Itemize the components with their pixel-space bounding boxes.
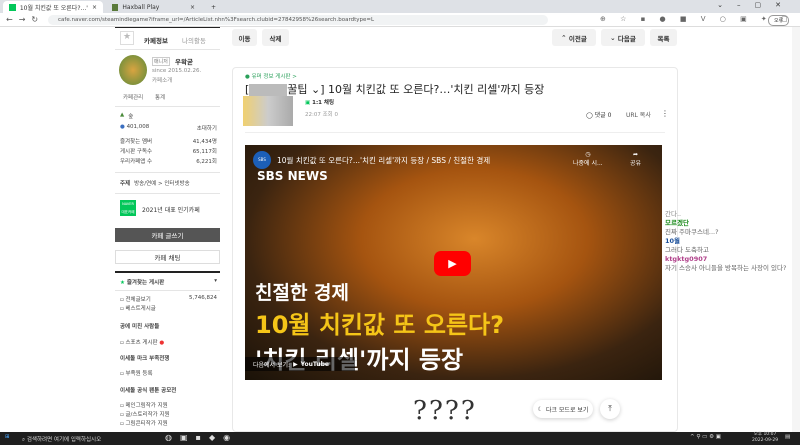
youtube-icon: ▶ [293,360,298,368]
new-tab-button[interactable]: + [205,1,222,13]
sbs-channel-icon[interactable]: SBS [253,151,271,169]
cafe-manage-link[interactable]: 카페관리 [123,93,143,101]
channel-watermark: SBS NEWS [257,169,328,183]
notification-icon[interactable]: ▤ [785,434,790,440]
address-bar-row: ←→↻ cafe.naver.com/steamindiegame?iframe… [0,13,800,27]
chat-username: ktgktg0907 [665,255,708,263]
cafe-intro-link[interactable]: 카페소개 [152,76,172,84]
board-item[interactable]: ▫ 부족원 등록 [120,369,217,377]
fav-boards-header[interactable]: ★ 즐겨찾는 게시판 [120,278,164,286]
tab-haxball[interactable]: Haxball Play × [106,1,201,13]
star-icon[interactable]: ★ [120,31,134,45]
dark-mode-button[interactable]: ☾ 다크 모드로 보기 [533,400,593,418]
stats-link[interactable]: 통계 [155,93,165,101]
post-meta: 22:07 조회 0 [305,112,338,118]
more-icon[interactable]: ⋮ [661,109,669,118]
board-link[interactable]: ● 유머 정보 게시판 > [245,72,297,80]
handwritten-question-marks: ???? [413,396,477,426]
board-item[interactable]: ▫ 전체글보기 5,746,824 [120,295,217,303]
board-item[interactable]: ▫ 글/스토리작가 지원 [120,410,217,418]
profile-button[interactable]: 오류 [768,15,790,26]
chat-message: 그러다 도축하고 [665,246,709,254]
chat-message: 진짜 주마쿠스네...? [665,228,719,236]
prev-post-button[interactable]: ⌃ 이전글 [552,29,596,46]
chat-overlay: 간다.. 모르겠단 진짜 주마쿠스네...? 10월 그러다 도축하고 ktgk… [665,210,800,273]
board-item[interactable]: ▫ 그림콘티작가 지원 [120,419,217,427]
blurred-author [243,96,293,126]
naver-badge: NAVER 대표카페 [120,200,136,216]
windows-start-icon[interactable]: ⊞ [5,434,10,440]
nav-buttons[interactable]: ←→↻ [6,15,44,24]
board-section-header: 이세돌 마크 부족전쟁 [120,356,170,362]
video-caption: 친절한 경제 [255,282,350,304]
play-button[interactable]: ▶ [434,251,471,276]
list-button[interactable]: 목록 [650,29,677,46]
chat-username: 10월 [665,237,681,245]
window-controls[interactable]: ⌄–▢✕ [717,1,795,9]
browser-tab-bar: 10월 치킨값 또 오른다?...'치킨 리× Haxball Play× + … [0,0,800,13]
board-section-header: 이세돌 공식 팬툰 공모전 [120,388,177,394]
youtube-embed[interactable]: SBS SBS NEWS 10월 치킨값 또 오른다?...'치킨 리셀'까지 … [245,145,662,380]
topic-link[interactable]: 방송/연예 > 인터넷방송 [134,179,190,187]
share-button[interactable]: ➦ 공유 [630,151,641,167]
board-item[interactable]: ▫ 베스트게시글 [120,304,217,312]
extension-icons[interactable]: ⊕ ☆ ▪ ● ■ V ○ ▣ ✦ ▢ [600,15,794,23]
system-tray-icons[interactable]: ^ ⚲ ▭ ⚙ ▣ [690,434,721,440]
stat-row: 즐겨찾는 멤버 41,434명 [120,139,217,145]
stat-row: 게시판 구독수 65,117회 [120,149,217,155]
cafe-chat-button[interactable]: 카페 채팅 [115,250,220,264]
since-date: since 2015.02.26. [152,68,202,74]
write-post-button[interactable]: 카페 글쓰기 [115,228,220,242]
tab-active[interactable]: 10월 치킨값 또 오른다?...'치킨 리× [3,1,103,13]
chat-1to1-link[interactable]: ▣ 1:1 채팅 [305,98,334,106]
clock[interactable]: 오후 10:07 2022-09-29 [752,432,778,444]
grade-icon: ▲ [120,112,125,118]
watch-on-youtube[interactable]: 다음에서 보기: ▶ YouTube [245,357,355,371]
delete-button[interactable]: 삭제 [262,29,289,46]
invite-link[interactable]: 초대하기 [197,124,217,132]
chat-message: 자기 스승사 아니들을 방목하는 사장이 있다? [665,264,787,272]
blurred-region [249,84,288,96]
chat-username: 모르겠단 [665,219,689,227]
next-post-button[interactable]: ⌄ 다음글 [601,29,645,46]
article-title: [꿀팁 ⌄] 10월 치킨값 또 오른다?…'치킨 리셀'까지 등장 [245,83,545,96]
taskbar-search[interactable]: ⌕ 검색하려면 여기에 입력하십시오 [22,435,101,444]
tab-my-activity[interactable]: 나의활동 [182,35,206,45]
move-button[interactable]: 이동 [232,29,257,46]
video-title[interactable]: 10월 치킨값 또 오른다?...'치킨 리셀'까지 등장 / SBS / 친절… [277,155,490,166]
tab-cafe-info[interactable]: 카페정보 [144,35,168,45]
url-copy-button[interactable]: URL 복사 [626,110,651,119]
scroll-top-icon[interactable]: ⤒ [600,399,620,419]
manager-badge: 매니저 [152,57,170,66]
cafe-logo [119,55,147,85]
watch-later-button[interactable]: ◷ 나중에 시... [573,151,603,167]
url-input[interactable]: cafe.naver.com/steamindiegame?iframe_url… [48,15,548,25]
board-item[interactable]: ▫ 메인그림작가 지원 [120,401,217,409]
close-icon[interactable]: × [190,4,195,11]
moon-icon: ☾ [537,405,543,413]
haxball-icon [112,3,119,11]
chevron-down-icon[interactable]: ▾ [214,278,217,286]
cafe-grade: 숲 [128,114,134,120]
member-count: ● 401,008 [120,124,150,130]
comments-link[interactable]: ◯ 댓글 0 [586,110,611,119]
naver-cafe-icon [9,3,16,11]
chat-message: 간다.. [665,210,682,218]
board-section-header: 공에 미친 사람들 [120,324,160,330]
scrollbar[interactable] [792,27,800,432]
manager-name[interactable]: 우왁굳 [175,56,193,66]
windows-taskbar: ⊞ ⌕ 검색하려면 여기에 입력하십시오 ◍▣▪◆◉ ^ ⚲ ▭ ⚙ ▣ 오후 … [0,432,800,445]
video-caption: 10월 치킨값 또 오른다? [255,311,505,339]
stat-row: 우리카페앱 수 6,221회 [120,159,217,165]
taskbar-app-icons[interactable]: ◍▣▪◆◉ [165,433,238,442]
cafe-sidebar: ★ 카페정보 나의활동 매니저 우왁굳 since 2015.02.26. 카페… [115,27,220,432]
award-text: 2021년 대표 인기카페 [142,207,200,214]
board-item[interactable]: ▫ 스포츠 게시판 ● [120,338,217,346]
close-icon[interactable]: × [92,4,97,11]
